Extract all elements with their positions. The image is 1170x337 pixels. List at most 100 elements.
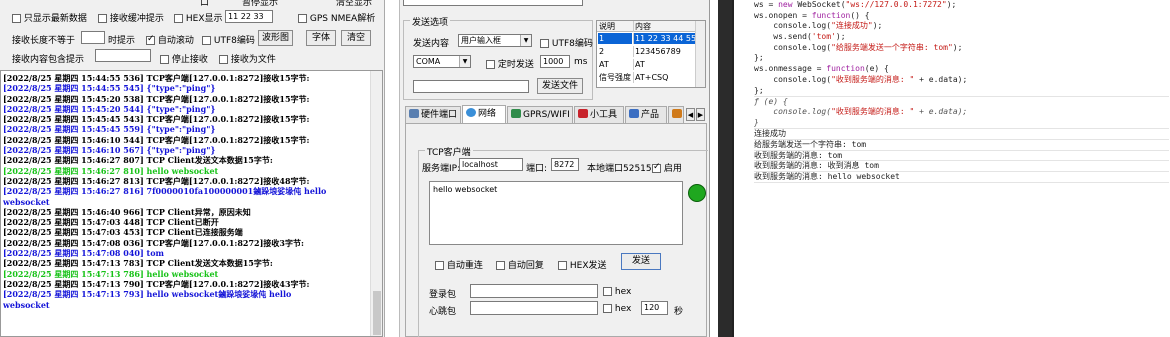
toolbox-icon <box>578 109 588 118</box>
console-token: + e.data); <box>914 106 968 116</box>
console-line: ‹ƒ (e) { <box>754 96 1169 107</box>
server-ip-input[interactable]: localhost <box>459 158 523 171</box>
checkbox-label: 接收为文件 <box>230 55 276 65</box>
checkbox-box[interactable] <box>652 162 661 173</box>
utf8-checkbox[interactable]: UTF8编码 <box>202 33 255 46</box>
console-token: 收到服务端的消息: tom <box>754 150 843 160</box>
tab-more[interactable] <box>668 106 684 123</box>
receive-log[interactable]: [2022/8/25 星期四 15:44:55 536] TCP客户端[127.… <box>0 70 383 337</box>
utf8-send-checkbox[interactable]: UTF8编码 <box>540 36 593 49</box>
tab-tools[interactable]: 小工具 <box>574 106 624 123</box>
tcp-client-title: TCP客户端 <box>425 145 473 158</box>
send-content-value: 用户输入框 <box>461 36 501 45</box>
login-packet-input[interactable] <box>470 284 598 298</box>
send-content-select[interactable]: 用户输入框 ▼ <box>458 34 532 47</box>
console-token: ); <box>952 42 963 52</box>
stop-recv-checkbox[interactable]: 停止接收 <box>160 52 208 65</box>
devtools-console: › ws = new WebSocket("ws://127.0.0.1:7272… <box>718 0 1170 337</box>
checkbox-box[interactable] <box>98 14 107 23</box>
checkbox-box[interactable] <box>298 14 307 23</box>
auto-scroll-checkbox[interactable]: 自动滚动 <box>146 33 194 46</box>
console-output[interactable]: › ws = new WebSocket("ws://127.0.0.1:7272… <box>754 0 1169 192</box>
port-input[interactable]: 8272 <box>551 158 579 171</box>
clear-button[interactable]: 清空 <box>341 30 371 46</box>
enable-checkbox[interactable]: 启用 <box>652 161 682 174</box>
save-to-file-checkbox[interactable]: 接收为文件 <box>219 52 276 65</box>
log-line: websocket <box>3 299 50 310</box>
recv-length-input[interactable] <box>81 31 105 44</box>
command-table[interactable]: 说明 内容 1 11 22 33 44 55 2 123456789 AT AT… <box>596 20 706 88</box>
checkbox-box[interactable] <box>146 34 155 45</box>
table-cell: AT+CSQ <box>633 72 695 83</box>
checkbox-box[interactable] <box>558 261 567 270</box>
console-token: (e) { <box>864 64 889 74</box>
table-row[interactable]: AT AT <box>597 59 695 70</box>
interval-input[interactable]: 1000 <box>540 55 570 68</box>
pause-display-label[interactable]: 暂停显示 <box>242 0 278 8</box>
log-line: [2022/8/25 星期四 15:47:13 783] TCP Client发… <box>3 258 273 269</box>
checkbox-box[interactable] <box>496 261 505 270</box>
hex-display-checkbox[interactable]: HEX显示 <box>174 11 223 24</box>
checkbox-box[interactable] <box>12 14 21 23</box>
log-scrollbar-thumb[interactable] <box>373 291 381 335</box>
table-cell: 信号强度 <box>599 73 631 82</box>
console-token: WebSocket( <box>792 0 846 9</box>
chevron-down-icon[interactable]: ▼ <box>520 35 531 46</box>
latest-only-checkbox[interactable]: 只显示最新数据 <box>12 11 87 24</box>
contains-input[interactable] <box>95 49 151 62</box>
checkbox-box[interactable] <box>219 55 228 64</box>
column-header: 内容 <box>633 21 695 32</box>
recv-buffer-checkbox[interactable]: 接收缓冲提示 <box>98 11 164 24</box>
console-token: "给服务端发送一个字符串: tom" <box>831 42 953 52</box>
hex-value-input[interactable]: 11 22 33 <box>225 10 273 23</box>
send-file-path-input[interactable] <box>413 80 529 93</box>
send-button[interactable]: 发送 <box>621 253 661 270</box>
tab-hardware-port[interactable]: 硬件端口 <box>405 106 461 123</box>
tab-scroll-left-icon[interactable]: ◀ <box>686 108 695 121</box>
tcp-message-box[interactable]: hello websocket <box>429 181 683 245</box>
checkbox-box[interactable] <box>540 39 549 48</box>
console-token: 连接成功 <box>754 129 786 139</box>
send-input-remnant[interactable] <box>403 0 583 6</box>
checkbox-box[interactable] <box>486 60 495 69</box>
timed-hint-label: 时提示 <box>108 36 136 46</box>
checkbox-box[interactable] <box>174 14 183 23</box>
console-line: ws.onopen = function() { <box>754 11 1169 22</box>
table-row[interactable]: 信号强度 AT+CSQ <box>597 72 695 83</box>
auto-reply-checkbox[interactable]: 自动回复 <box>496 258 544 271</box>
tab-products[interactable]: 产品 <box>625 106 667 123</box>
checkbox-box[interactable] <box>435 261 444 270</box>
auto-reconnect-checkbox[interactable]: 自动重连 <box>435 258 483 271</box>
table-row[interactable]: 2 123456789 <box>597 46 695 57</box>
checkbox-box[interactable] <box>603 304 612 313</box>
waveform-button[interactable]: 波形图 <box>258 30 293 46</box>
checkbox-box[interactable] <box>202 36 211 45</box>
font-button[interactable]: 字体 <box>306 30 336 46</box>
table-cell: AT <box>599 60 609 69</box>
receive-settings: 口 暂停显示 清空显示 只显示最新数据 接收缓冲提示 HEX显示 11 22 3… <box>0 0 385 70</box>
checkbox-box[interactable] <box>160 55 169 64</box>
serial-debugger-receive-pane: 口 暂停显示 清空显示 只显示最新数据 接收缓冲提示 HEX显示 11 22 3… <box>0 0 385 337</box>
tab-network[interactable]: 网络 <box>462 105 506 123</box>
heartbeat-interval-input[interactable]: 120 <box>641 301 668 315</box>
gps-nmea-checkbox[interactable]: GPS NMEA解析 <box>298 11 375 24</box>
heartbeat-input[interactable] <box>470 301 598 315</box>
table-row[interactable]: 1 11 22 33 44 55 <box>597 33 695 44</box>
command-table-scrollbar[interactable] <box>695 21 705 87</box>
port-select[interactable]: COMA ▼ <box>413 55 471 68</box>
log-line: [2022/8/25 星期四 15:45:20 538] TCP客户端[127.… <box>3 93 310 104</box>
send-file-button[interactable]: 发送文件 <box>537 78 583 94</box>
heartbeat-hex-checkbox[interactable]: hex <box>603 304 631 314</box>
checkbox-box[interactable] <box>603 287 612 296</box>
console-token: "收到服务端的消息: " <box>831 106 915 116</box>
tcp-message-text: hello websocket <box>433 185 498 194</box>
login-hex-checkbox[interactable]: hex <box>603 287 631 297</box>
log-scrollbar[interactable] <box>370 71 382 336</box>
hex-send-checkbox[interactable]: HEX发送 <box>558 258 607 271</box>
tab-gprs-wifi[interactable]: GPRS/WIFI <box>507 106 573 123</box>
chevron-down-icon[interactable]: ▼ <box>459 56 470 67</box>
tab-scroll-right-icon[interactable]: ▶ <box>696 108 705 121</box>
clear-display-label[interactable]: 清空显示 <box>336 0 372 8</box>
timed-send-checkbox[interactable]: 定时发送 <box>486 57 534 70</box>
console-token: console.log( <box>754 42 832 52</box>
